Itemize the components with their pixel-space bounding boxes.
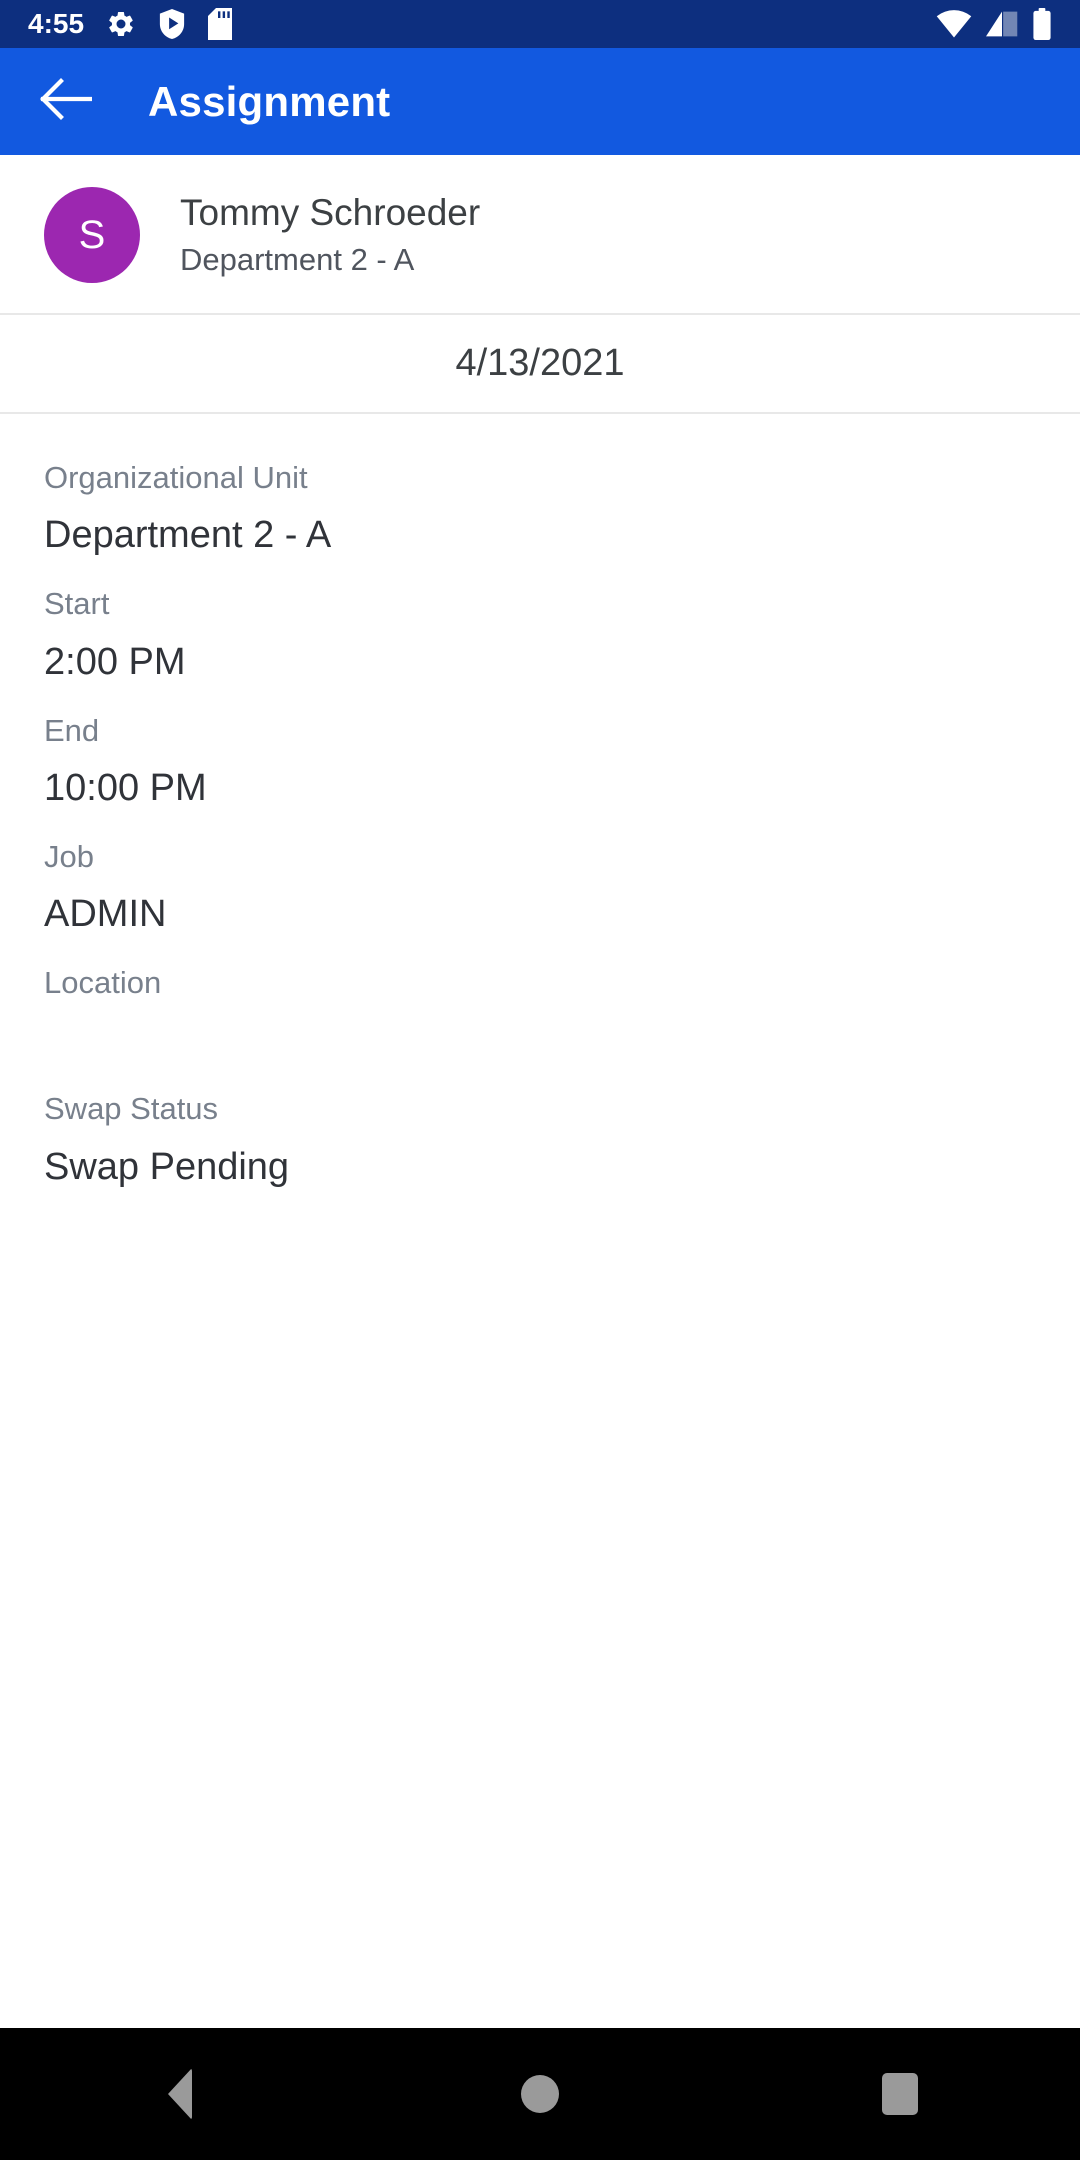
- page-title: Assignment: [148, 77, 391, 125]
- wifi-icon: [936, 9, 972, 39]
- date-row: 4/13/2021: [0, 315, 1080, 412]
- field-label: Start: [44, 586, 110, 622]
- field-value: [44, 1015, 1036, 1067]
- field-organizational-unit: Organizational Unit Department 2 - A: [44, 458, 1036, 562]
- status-bar-clock: 4:55: [28, 8, 85, 39]
- status-bar-left: 4:55: [28, 8, 233, 40]
- gear-icon: [106, 9, 136, 39]
- assignment-date: 4/13/2021: [455, 342, 625, 384]
- field-label: Job: [44, 838, 94, 874]
- field-label: Organizational Unit: [44, 460, 308, 495]
- field-value: ADMIN: [44, 893, 167, 936]
- user-text-block: Tommy Schroeder Department 2 - A: [180, 192, 480, 278]
- sd-card-icon: [208, 8, 233, 40]
- avatar: S: [44, 187, 140, 283]
- nav-home-button[interactable]: [460, 2028, 620, 2160]
- app-bar: Assignment: [0, 48, 1080, 155]
- status-bar: 4:55: [0, 0, 1080, 48]
- user-department: Department 2 - A: [180, 241, 415, 277]
- field-location: Location: [44, 963, 1036, 1067]
- field-value: 2:00 PM: [44, 640, 186, 683]
- battery-icon: [1032, 8, 1052, 40]
- shield-play-icon: [158, 9, 186, 39]
- arrow-left-icon: [40, 78, 93, 125]
- home-circle-icon: [521, 2075, 559, 2113]
- field-label: End: [44, 712, 100, 748]
- nav-recents-button[interactable]: [820, 2028, 980, 2160]
- field-label: Location: [44, 965, 162, 1001]
- field-label: Swap Status: [44, 1091, 219, 1127]
- field-swap-status: Swap Status Swap Pending: [44, 1089, 1036, 1193]
- field-value: Swap Pending: [44, 1145, 290, 1188]
- avatar-initial: S: [78, 212, 106, 257]
- back-triangle-icon: [168, 2068, 192, 2120]
- assignment-details: Organizational Unit Department 2 - A Sta…: [0, 414, 1080, 1194]
- field-start: Start 2:00 PM: [44, 584, 1036, 688]
- cell-signal-icon: [986, 9, 1018, 39]
- nav-back-button[interactable]: [100, 2028, 260, 2160]
- field-job: Job ADMIN: [44, 837, 1036, 941]
- user-header-row[interactable]: S Tommy Schroeder Department 2 - A: [0, 155, 1080, 313]
- field-value: 10:00 PM: [44, 766, 207, 809]
- user-name: Tommy Schroeder: [180, 192, 481, 234]
- field-value: Department 2 - A: [44, 514, 332, 557]
- status-bar-right: [936, 8, 1052, 40]
- field-end: End 10:00 PM: [44, 711, 1036, 815]
- recents-square-icon: [882, 2073, 918, 2115]
- back-button[interactable]: [30, 66, 102, 138]
- android-navigation-bar: [0, 2028, 1080, 2160]
